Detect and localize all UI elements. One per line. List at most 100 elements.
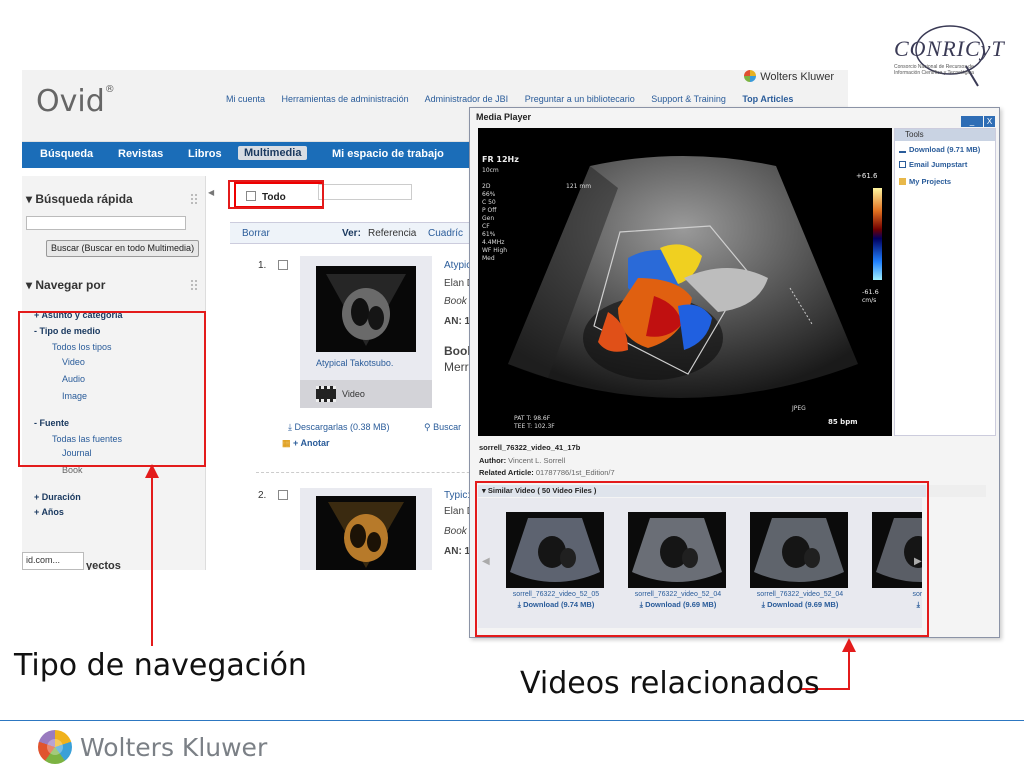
result-an: AN: 1 [444, 546, 471, 557]
result-thumbnail[interactable] [316, 266, 416, 352]
similar-bar-extension [926, 485, 986, 497]
scan-parameter: Gen [482, 215, 494, 222]
view-label: Ver: [342, 228, 361, 239]
top-link-mi-cuenta[interactable]: Mi cuenta [226, 94, 265, 104]
navigation-highlight [18, 311, 206, 467]
result-number: 2. [258, 490, 267, 501]
quick-search-heading[interactable]: ▾ Búsqueda rápida [26, 192, 133, 206]
expand-icon[interactable]: + [34, 492, 39, 502]
search-link[interactable]: ⚲ Buscar [424, 422, 461, 433]
conricyt-logo: CONRICyT Consorcio Nacional de Recursos … [888, 18, 1008, 90]
scale-bottom-label: -61.6 [862, 288, 879, 296]
quick-search-button[interactable]: Buscar (Buscar en todo Multimedia) [46, 240, 200, 257]
wolters-kluwer-logo: Wolters Kluwer [38, 730, 267, 764]
result-thumbnail[interactable] [316, 496, 416, 570]
my-projects-truncated: yectos [86, 560, 121, 570]
email-icon [899, 161, 906, 168]
scan-parameter: CF [482, 223, 490, 230]
video-viewport[interactable]: FR 12Hz 10cm 2D 66% C 50 P Off Gen CF 61% 4.4MH… [478, 128, 892, 436]
top-links: Mi cuenta Herramientas de administración… [226, 94, 807, 104]
top-link-top-articles[interactable]: Top Articles [742, 94, 793, 104]
scan-parameter: Med [482, 255, 495, 262]
quick-search-input[interactable] [26, 216, 186, 230]
conricyt-subtitle: Consorcio Nacional de Recursos de Inform… [894, 64, 974, 76]
magnifier-icon: ⚲ [424, 422, 434, 432]
view-reference[interactable]: Referencia [368, 228, 416, 239]
tool-download[interactable]: Download (9.71 MB) [899, 145, 980, 154]
jpeg-label: JPEG [791, 405, 806, 412]
footer-rule [0, 720, 1024, 721]
top-link-herramientas[interactable]: Herramientas de administración [282, 94, 409, 104]
arrow-head-up-icon [145, 464, 159, 478]
arrow-line-left [151, 476, 153, 646]
folder-icon [899, 178, 906, 185]
result-title[interactable]: Atypic [444, 260, 471, 271]
media-type-label: Video [342, 389, 365, 399]
media-type-bar: Video [300, 380, 432, 408]
result-number: 1. [258, 260, 267, 271]
scan-parameter: 2D [482, 183, 491, 190]
clear-link[interactable]: Borrar [242, 228, 270, 239]
video-filename: sorrell_76322_video_41_17b [479, 443, 581, 452]
view-grid[interactable]: Cuadríc [428, 228, 463, 239]
tab-multimedia[interactable]: Multimedia [238, 146, 308, 160]
close-button[interactable]: X [984, 116, 995, 127]
result-title[interactable]: Typic: [444, 490, 470, 501]
result-checkbox[interactable] [278, 490, 288, 500]
scale-top-label: +61.6 [856, 172, 878, 180]
result-thumbnail-card [300, 488, 432, 570]
depth-label: 10cm [482, 167, 499, 174]
minimize-button[interactable]: _ [961, 116, 983, 127]
sidebar-item-label: Duración [41, 492, 81, 502]
thumbnail-caption[interactable]: Atypical Takotsubo. [316, 358, 393, 368]
result-checkbox[interactable] [278, 260, 288, 270]
probe-temp-label: TEE T: 102.3F [513, 423, 555, 430]
tab-mi-espacio[interactable]: Mi espacio de trabajo [332, 148, 444, 160]
echo-thumbnail-icon [328, 502, 404, 568]
frame-rate-label: FR 12Hz [482, 155, 519, 164]
related-videos-highlight [475, 481, 929, 637]
tab-busqueda[interactable]: Búsqueda [40, 148, 93, 160]
tab-libros[interactable]: Libros [188, 148, 222, 160]
download-icon [899, 146, 906, 153]
window-controls: _ X [960, 111, 995, 129]
arrow-line-right-v [848, 648, 850, 690]
scan-parameter: 61% [482, 231, 496, 238]
tool-my-projects[interactable]: My Projects [899, 177, 951, 186]
wolters-kluwer-globe-icon [38, 730, 72, 764]
top-link-support[interactable]: Support & Training [651, 94, 726, 104]
media-player-title: Media Player [476, 112, 532, 122]
scan-parameter: 66% [482, 191, 496, 198]
sidebar-item-label: Años [41, 507, 64, 517]
sidebar-item[interactable]: + Duración [34, 492, 81, 502]
ovid-logo[interactable]: Ovid® [36, 84, 115, 119]
drag-handle-icon[interactable] [191, 280, 197, 290]
annotation-navigation-type: Tipo de navegación [14, 648, 307, 683]
annotate-link[interactable]: ▦ + Anotar [282, 438, 329, 449]
video-author: Author: Vincent L. Sorrell [479, 456, 566, 465]
arrow-head-up-icon [842, 638, 856, 652]
echo-thumbnail-icon [326, 274, 406, 346]
scan-parameter: P Off [482, 207, 497, 214]
result-an: AN: 1 [444, 316, 471, 327]
film-icon [316, 386, 336, 402]
result-publisher: Merri [444, 360, 472, 374]
tab-revistas[interactable]: Revistas [118, 148, 163, 160]
annotation-related-videos: Videos relacionados [520, 666, 820, 701]
video-related-article: Related Article: 01787786/1st_Edition/7 [479, 468, 615, 477]
patient-temp-label: PAT T: 98.6F [514, 415, 551, 422]
download-link[interactable]: ⤓ Descargarlas (0.38 MB) [288, 422, 390, 433]
top-link-jbi[interactable]: Administrador de JBI [425, 94, 509, 104]
select-all-highlight [228, 180, 324, 209]
results-action-field[interactable] [318, 184, 412, 200]
browse-heading[interactable]: ▾ Navegar por [26, 278, 105, 292]
collapse-sidebar-icon[interactable]: ◀ [208, 188, 218, 198]
drag-handle-icon[interactable] [191, 194, 197, 204]
tools-header: Tools [895, 129, 995, 141]
tools-panel: Tools Download (9.71 MB) Email Jumpstart… [894, 128, 996, 436]
expand-icon[interactable]: + [34, 507, 39, 517]
sidebar-item[interactable]: + Años [34, 507, 64, 517]
top-link-bibliotecario[interactable]: Preguntar a un bibliotecario [525, 94, 635, 104]
tool-email-jumpstart[interactable]: Email Jumpstart [899, 160, 967, 169]
scan-parameter: WF High [482, 247, 507, 254]
